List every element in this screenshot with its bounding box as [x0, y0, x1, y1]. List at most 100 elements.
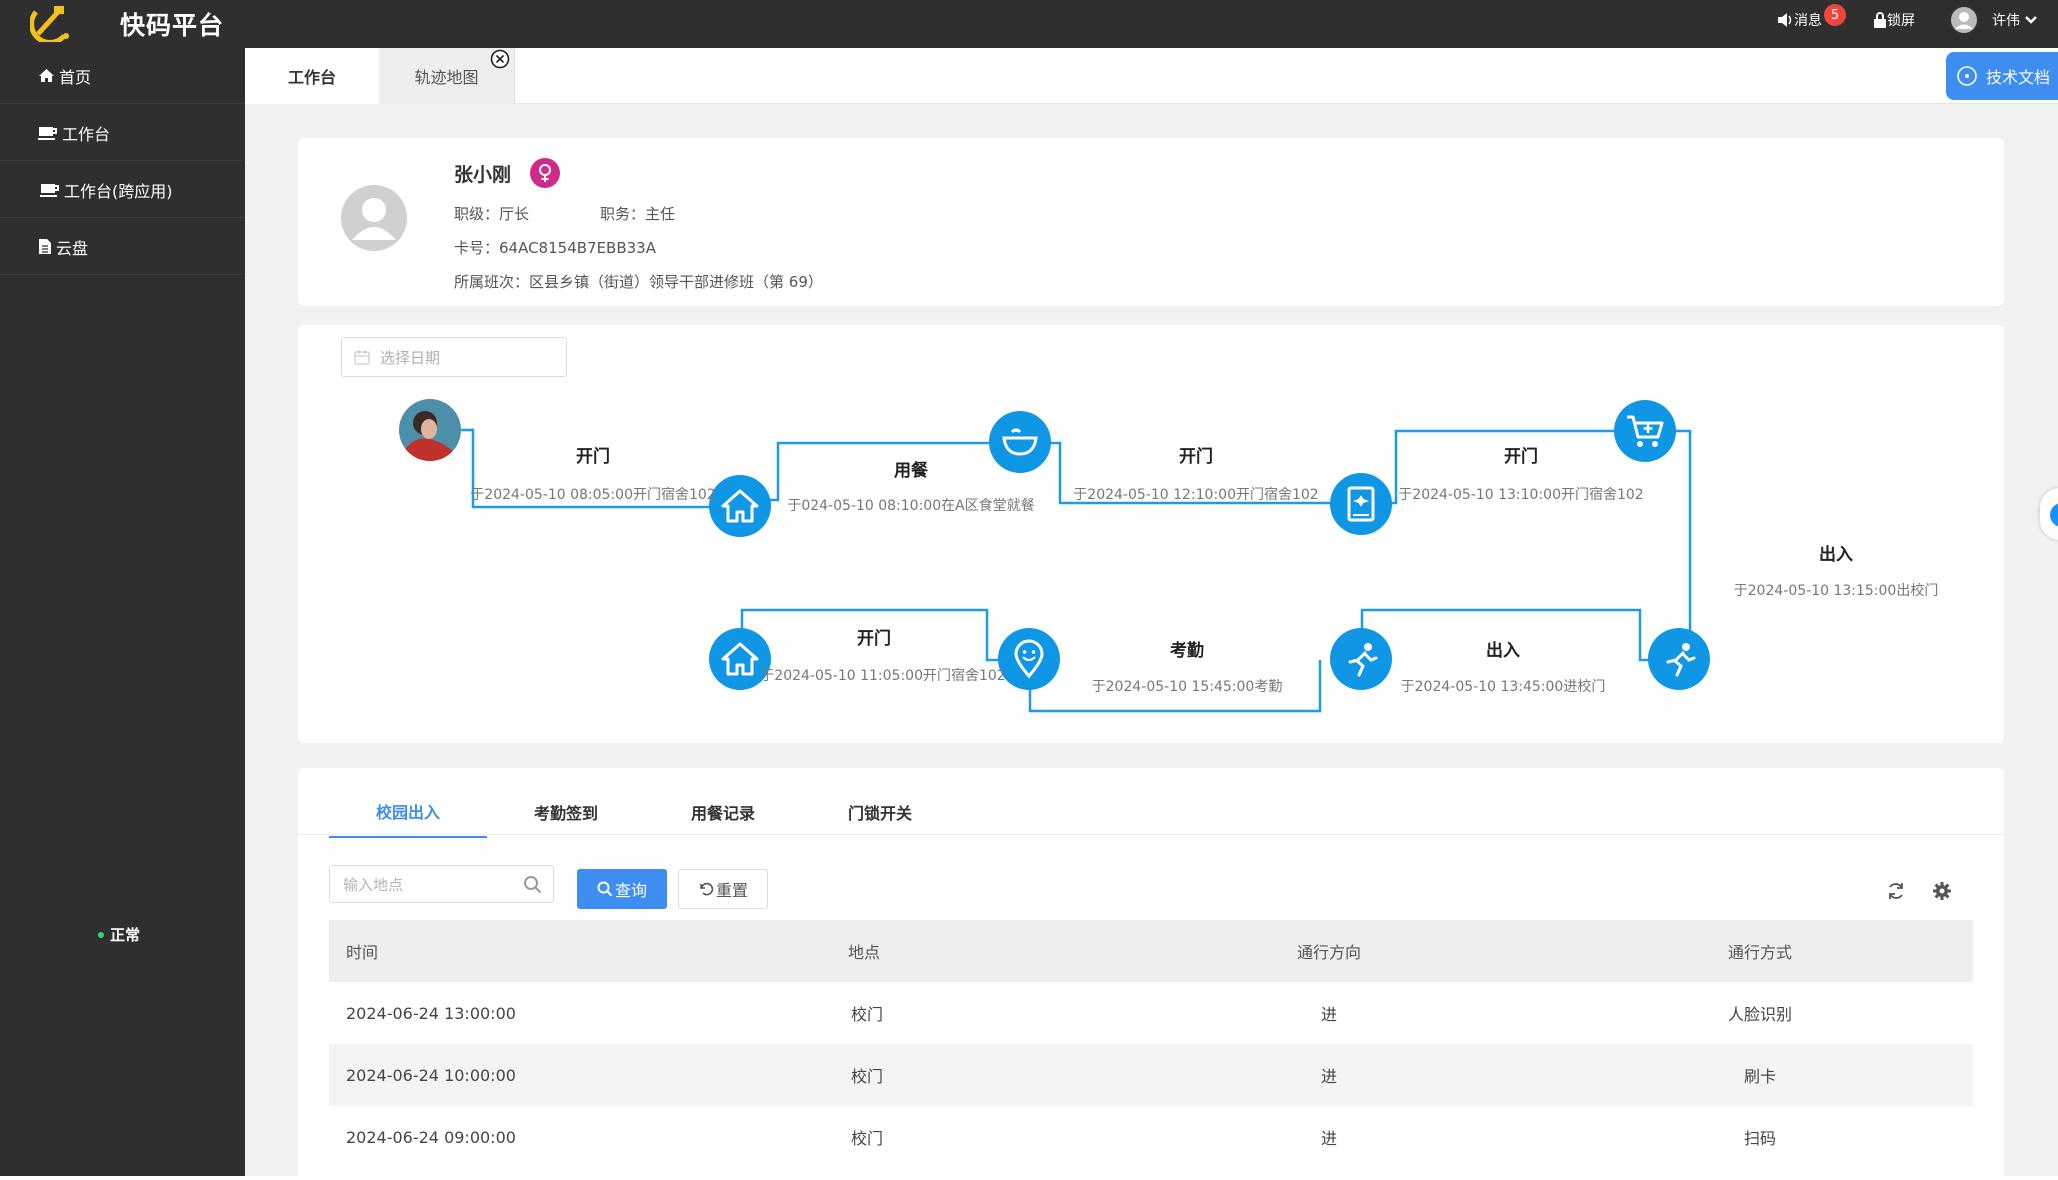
messages-badge: 5: [1824, 4, 1846, 26]
undo-icon: [700, 882, 714, 896]
date-picker[interactable]: 选择日期: [341, 337, 567, 377]
sidebar-item-cloud[interactable]: 云盘: [0, 219, 245, 275]
tab-bar: 工作台 轨迹地图: [245, 48, 2058, 104]
lock-screen-button[interactable]: 锁屏: [1873, 0, 1915, 40]
sidebar-item-label: 工作台(跨应用): [64, 181, 173, 201]
coffee-icon: [40, 183, 59, 197]
settings-gear-icon[interactable]: [1932, 881, 1952, 901]
trajectory-node-attendance[interactable]: [998, 628, 1060, 690]
top-bar: 快码平台 消息 5 锁屏 许伟: [0, 0, 2058, 48]
messages-label: 消息: [1794, 13, 1822, 29]
location-search-input[interactable]: 输入地点: [329, 865, 554, 903]
trajectory-node-shop[interactable]: [1614, 400, 1676, 462]
cell-direction: 进: [1320, 1129, 1338, 1148]
tab-campus-access[interactable]: 校园出入: [329, 786, 487, 838]
home-icon: [721, 489, 759, 523]
event-desc: 于2024-05-10 08:05:00开门宿舍102: [470, 487, 716, 503]
female-icon: [530, 158, 560, 188]
rank-label: 职级：厅长: [454, 205, 530, 223]
event-title: 出入: [1819, 545, 1853, 565]
table-header: 时间 地点 通行方向 通行方式: [329, 920, 1973, 982]
sidebar-item-home[interactable]: 首页: [0, 48, 245, 104]
event-desc: 于2024-05-10 15:45:00考勤: [1091, 679, 1283, 695]
lock-icon: [1874, 12, 1886, 28]
run-icon: [1348, 643, 1378, 677]
trajectory-node-meal[interactable]: [989, 411, 1051, 473]
card-number: 卡号：64AC8154B7EBB33A: [454, 239, 656, 257]
chevron-down-icon: [2025, 16, 2037, 24]
reset-button[interactable]: 重置: [678, 869, 768, 909]
cell-time: 2024-06-24 13:00:00: [346, 1003, 516, 1023]
event-title: 出入: [1486, 641, 1520, 661]
event-title: 开门: [576, 447, 610, 467]
location-smile-icon: [1014, 639, 1044, 679]
default-avatar-icon: [341, 185, 407, 251]
calendar-icon: [354, 350, 370, 365]
user-menu[interactable]: 许伟: [1950, 0, 2038, 40]
event-title: 开门: [857, 629, 891, 649]
event-desc: 于024-05-10 08:10:00在A区食堂就餐: [787, 498, 1035, 514]
cell-direction: 进: [1320, 1005, 1338, 1024]
tech-docs-label: 技术文档: [1986, 68, 2051, 87]
tab-meal-records[interactable]: 用餐记录: [644, 786, 802, 838]
cell-time: 2024-06-24 10:00:00: [346, 1065, 516, 1085]
column-header-time: 时间: [346, 943, 379, 962]
event-desc: 于2024-05-10 13:45:00进校门: [1400, 679, 1606, 695]
cell-method: 人脸识别: [1727, 1005, 1793, 1024]
query-label: 查询: [614, 881, 647, 900]
sidebar-item-workbench[interactable]: 工作台: [0, 105, 245, 161]
cell-method: 刷卡: [1743, 1067, 1777, 1086]
cell-location: 校门: [851, 1129, 884, 1148]
status-label: 正常: [110, 926, 141, 944]
file-icon: [39, 239, 51, 254]
trajectory-node-exit[interactable]: [1648, 628, 1710, 690]
trajectory-node-dorm[interactable]: [1330, 473, 1392, 535]
refresh-icon[interactable]: [1886, 881, 1906, 901]
event-desc: 于2024-05-10 12:10:00开门宿舍102: [1073, 487, 1319, 503]
cell-time: 2024-06-24 09:00:00: [346, 1127, 516, 1147]
table-row[interactable]: 2024-06-24 13:00:00 校门 进 人脸识别: [329, 982, 1973, 1044]
trajectory-node-enter[interactable]: [1330, 628, 1392, 690]
home-icon: [721, 642, 759, 676]
run-icon: [1666, 643, 1696, 677]
user-name: 许伟: [1992, 13, 2020, 29]
cell-method: 扫码: [1743, 1129, 1777, 1148]
query-button[interactable]: 查询: [577, 869, 667, 909]
event-title: 开门: [1504, 447, 1538, 467]
column-header-direction: 通行方向: [1296, 943, 1362, 962]
table-row[interactable]: 2024-06-24 10:00:00 校门 进 刷卡: [329, 1044, 1973, 1106]
event-desc: 于2024-05-10 13:15:00出校门: [1733, 583, 1939, 599]
table-row[interactable]: 2024-06-24 09:00:00 校门 进 扫码: [329, 1106, 1973, 1168]
status-dot: [98, 931, 104, 938]
trajectory-node-home[interactable]: [709, 475, 771, 537]
tab-door-lock[interactable]: 门锁开关: [801, 786, 959, 838]
sidebar-item-label: 工作台: [62, 124, 111, 144]
party-emblem-icon: [30, 6, 69, 42]
messages-button[interactable]: 消息: [1776, 0, 1822, 40]
speaker-icon: [1778, 13, 1792, 27]
tab-attendance[interactable]: 考勤签到: [487, 786, 645, 838]
event-title: 开门: [1179, 447, 1213, 467]
sidebar-item-workbench-cross[interactable]: 工作台(跨应用): [0, 162, 245, 218]
person-photo: [399, 399, 461, 461]
compass-icon: [1957, 66, 1977, 86]
event-title: 用餐: [894, 461, 928, 481]
user-avatar-icon: [1951, 7, 1977, 33]
book-icon: [1347, 486, 1375, 522]
tech-docs-button[interactable]: 技术文档: [1946, 52, 2058, 100]
sidebar-item-label: 首页: [59, 67, 92, 87]
cell-direction: 进: [1320, 1067, 1338, 1086]
sidebar-item-label: 云盘: [56, 238, 89, 258]
tab-workbench[interactable]: 工作台: [245, 48, 379, 104]
app-title: 快码平台: [120, 11, 225, 40]
search-placeholder: 输入地点: [343, 875, 404, 894]
close-icon[interactable]: [490, 49, 510, 69]
cell-location: 校门: [851, 1005, 884, 1024]
search-icon: [597, 881, 613, 897]
event-title: 考勤: [1170, 641, 1204, 661]
lock-label: 锁屏: [1887, 13, 1915, 29]
access-records-table: 时间 地点 通行方向 通行方式 2024-06-24 13:00:00 校门 进…: [329, 920, 1973, 1168]
search-icon[interactable]: [523, 875, 543, 895]
coffee-icon: [38, 126, 57, 140]
event-desc: 于2024-05-10 13:10:00开门宿舍102: [1398, 487, 1644, 503]
